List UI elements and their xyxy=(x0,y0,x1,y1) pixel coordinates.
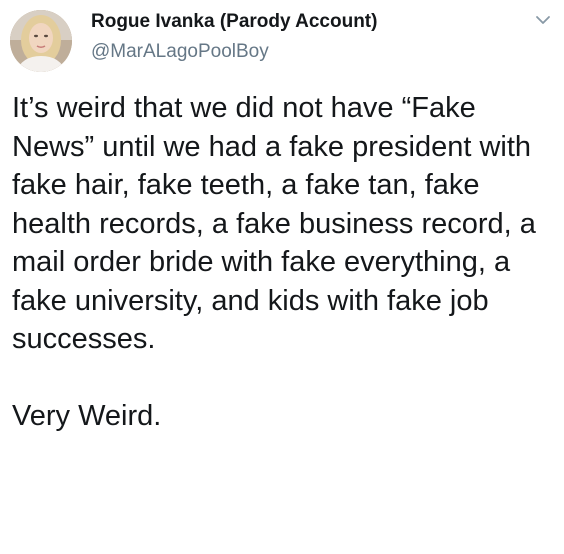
profile-photo-icon xyxy=(10,10,72,72)
display-name[interactable]: Rogue Ivanka (Parody Account) xyxy=(91,10,377,34)
tweet-paragraph: It’s weird that we did not have “Fake Ne… xyxy=(12,92,536,355)
tweet-text: It’s weird that we did not have “Fake Ne… xyxy=(12,89,560,435)
user-handle[interactable]: @MarALagoPoolBoy xyxy=(91,40,269,64)
avatar[interactable] xyxy=(10,10,72,72)
tweet-card: Rogue Ivanka (Parody Account) @MarALagoP… xyxy=(0,0,564,554)
tweet-paragraph: Very Weird. xyxy=(12,399,162,432)
chevron-down-icon[interactable] xyxy=(533,10,553,30)
